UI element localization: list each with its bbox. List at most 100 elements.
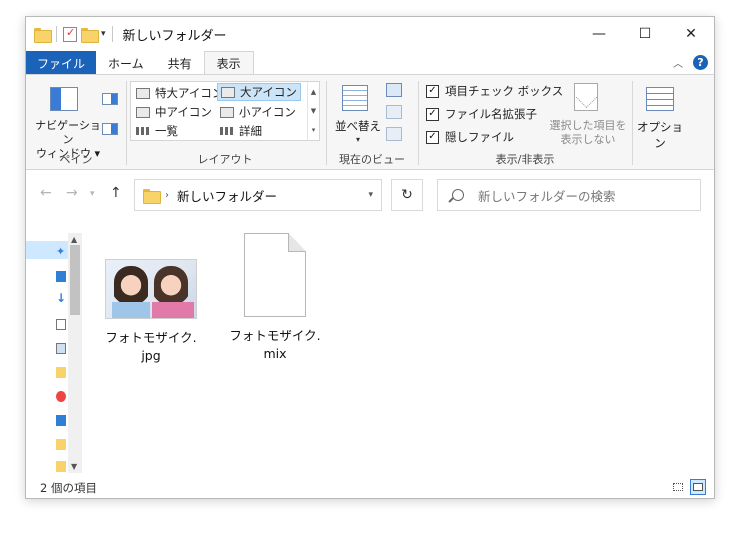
layout-item-label: 中アイコン (155, 105, 212, 119)
nav-item-folder[interactable] (26, 363, 68, 381)
close-button[interactable]: ✕ (668, 17, 714, 51)
sort-by-button[interactable]: 並べ替え ▾ (330, 119, 386, 147)
back-arrow-icon[interactable]: ← (40, 185, 52, 201)
window-title: 新しいフォルダー (122, 28, 227, 44)
scroll-up-icon[interactable]: ▲ (71, 235, 77, 244)
layout-large-icons[interactable]: 大アイコン (217, 83, 301, 101)
page-fold-icon (288, 233, 306, 252)
toolbar-divider (56, 26, 57, 42)
help-icon[interactable]: ? (693, 55, 708, 70)
file-extensions-option[interactable]: ✓ ファイル名拡張子 (426, 106, 537, 122)
hidden-items-label: 隠しファイル (445, 130, 514, 144)
list-icon (136, 127, 150, 135)
forward-arrow-icon[interactable]: → (66, 185, 78, 201)
details-icon (220, 127, 234, 135)
hide-selected-items-button[interactable]: 選択した項目を 表示しない (546, 119, 630, 147)
new-folder-icon[interactable] (81, 27, 99, 43)
current-view-group-label: 現在のビュー (339, 153, 405, 166)
generic-document-icon (244, 233, 306, 317)
address-path[interactable]: 新しいフォルダー (177, 186, 277, 205)
hidden-items-checkbox[interactable]: ✓ (426, 130, 439, 144)
view-toggle (670, 479, 706, 495)
address-bar[interactable]: › 新しいフォルダー ▾ (134, 179, 382, 211)
nav-item-this-pc[interactable] (26, 411, 68, 429)
layout-small-icons[interactable]: 小アイコン (217, 103, 299, 121)
layout-extra-large-icons[interactable]: 特大アイコン (133, 84, 226, 102)
scroll-up-icon[interactable]: ▲ (311, 88, 316, 96)
nav-item-pictures[interactable] (26, 339, 68, 357)
minimize-button[interactable]: — (576, 17, 622, 51)
file-extensions-checkbox[interactable]: ✓ (426, 107, 439, 121)
details-view-icon (673, 483, 683, 491)
customize-toolbar-icon[interactable]: ▾ (101, 29, 106, 39)
expand-gallery-icon[interactable]: ▾ (312, 126, 316, 134)
nav-item-downloads[interactable]: ↓ (26, 289, 68, 307)
nav-item-app[interactable] (26, 387, 68, 405)
layout-gallery-scroll[interactable]: ▲ ▼ ▾ (307, 82, 319, 140)
scroll-down-icon[interactable]: ▼ (71, 462, 77, 471)
sort-icon[interactable] (342, 85, 368, 111)
details-view-button[interactable] (670, 479, 686, 495)
folder-icon (56, 439, 66, 450)
small-icons-icon (220, 106, 234, 118)
nav-item-folder[interactable] (26, 435, 68, 453)
options-button[interactable]: オプション (632, 119, 688, 151)
size-columns-icon[interactable] (386, 127, 402, 141)
item-checkboxes-option[interactable]: ✓ 項目チェック ボックス (426, 83, 563, 99)
search-box[interactable]: 新しいフォルダーの検索 (437, 179, 701, 211)
properties-icon[interactable] (63, 26, 77, 42)
pin-icon: ✦ (56, 245, 66, 258)
explorer-window: ▾ 新しいフォルダー — ☐ ✕ ファイル ホーム 共有 表示 ︿ ? ナビゲー… (25, 16, 715, 499)
layout-item-label: 詳細 (239, 124, 262, 138)
large-icons-view-button[interactable] (690, 479, 706, 495)
address-dropdown-icon[interactable]: ▾ (368, 190, 373, 200)
recent-locations-icon[interactable]: ▾ (90, 189, 95, 199)
scroll-down-icon[interactable]: ▼ (311, 107, 316, 115)
layout-list[interactable]: 一覧 (133, 122, 181, 140)
tab-home[interactable]: ホーム (96, 51, 156, 75)
sort-by-label: 並べ替え (335, 119, 381, 133)
search-input[interactable]: 新しいフォルダーの検索 (478, 186, 616, 205)
ribbon-right-controls: ︿ ? (673, 55, 708, 70)
chevron-right-icon[interactable]: › (165, 190, 169, 201)
tab-share[interactable]: 共有 (156, 51, 204, 75)
tab-view[interactable]: 表示 (203, 51, 254, 75)
options-icon[interactable] (646, 87, 674, 111)
search-icon (452, 189, 464, 201)
collapse-ribbon-icon[interactable]: ︿ (673, 55, 683, 70)
folder-icon (56, 367, 66, 378)
hidden-items-option[interactable]: ✓ 隠しファイル (426, 129, 514, 145)
layout-medium-icons[interactable]: 中アイコン (133, 103, 215, 121)
layout-group-label: レイアウト (197, 153, 253, 166)
layout-gallery: 特大アイコン 大アイコン 中アイコン 小アイコン 一覧 詳細 ▲ ▼ ▾ (130, 81, 320, 141)
layout-item-label: 小アイコン (239, 105, 296, 119)
layout-group: 特大アイコン 大アイコン 中アイコン 小アイコン 一覧 詳細 ▲ ▼ ▾ レイア… (26, 75, 326, 171)
show-hide-group-label: 表示/非表示 (495, 153, 555, 166)
nav-item-documents[interactable] (26, 315, 68, 333)
pictures-icon (56, 343, 66, 354)
navigation-scrollbar[interactable]: ▲ ▼ (68, 233, 82, 473)
layout-details[interactable]: 詳細 (217, 122, 265, 140)
title-bar: ▾ 新しいフォルダー — ☐ ✕ (26, 17, 714, 51)
file-item-mix[interactable]: フォトモザイク. mix (220, 233, 330, 363)
layout-item-label: 特大アイコン (155, 86, 224, 100)
nav-item-desktop[interactable] (26, 267, 68, 285)
scrollbar-thumb[interactable] (70, 245, 80, 315)
toolbar-divider (111, 26, 113, 42)
nav-item-folder[interactable] (26, 457, 68, 475)
group-by-icon[interactable] (386, 83, 402, 97)
item-checkboxes-checkbox[interactable]: ✓ (426, 84, 439, 98)
nav-item-quick-access[interactable]: ✦ (26, 241, 68, 259)
add-columns-icon[interactable] (386, 105, 402, 119)
refresh-button[interactable]: ↻ (391, 179, 423, 211)
up-arrow-icon[interactable]: ↑ (110, 185, 122, 201)
extra-large-icons-icon (136, 87, 150, 99)
maximize-button[interactable]: ☐ (622, 17, 668, 51)
sort-dropdown-icon: ▾ (355, 135, 360, 144)
item-checkboxes-label: 項目チェック ボックス (445, 84, 564, 98)
file-item-jpg[interactable]: フォトモザイク. jpg (96, 259, 206, 365)
file-extensions-label: ファイル名拡張子 (445, 107, 537, 121)
tab-file[interactable]: ファイル (26, 51, 97, 75)
medium-icons-icon (136, 106, 150, 118)
refresh-icon: ↻ (401, 187, 413, 203)
